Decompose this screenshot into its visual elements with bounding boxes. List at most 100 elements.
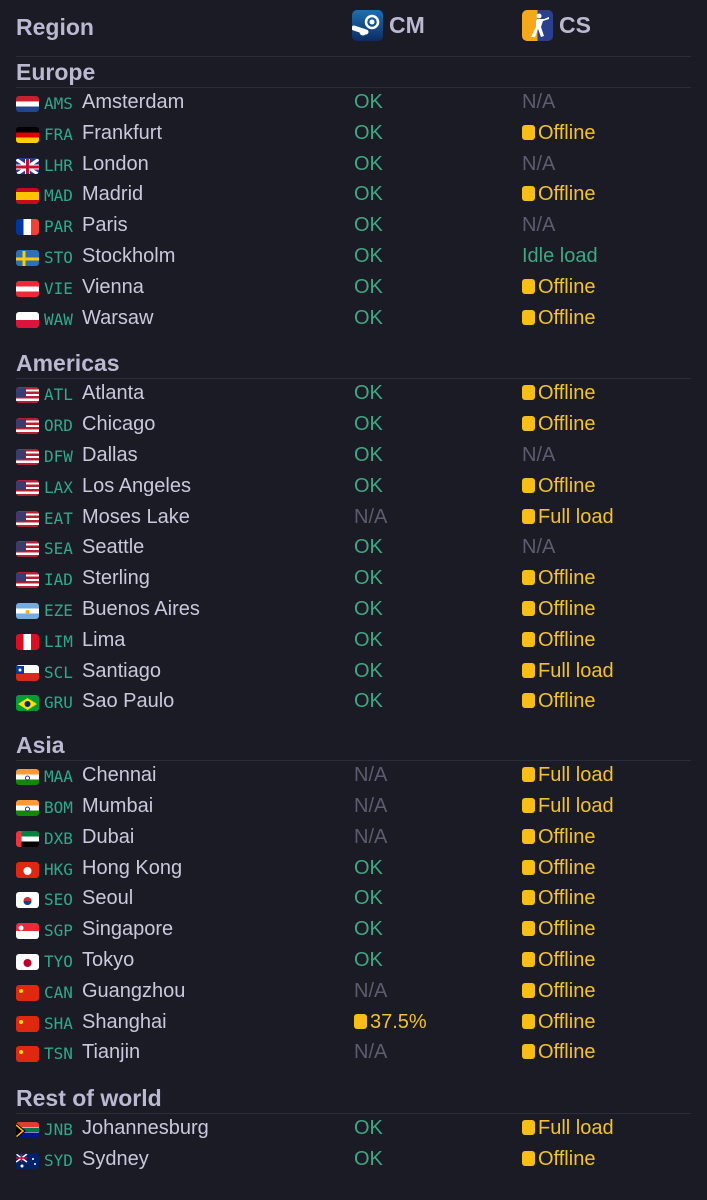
warning-square-icon — [522, 309, 535, 325]
city-name: Singapore — [82, 918, 174, 941]
cs-status: Offline — [522, 690, 595, 713]
city-name: Paris — [82, 214, 128, 237]
region-code: SEA — [44, 539, 73, 559]
city-name: Johannesburg — [82, 1117, 209, 1140]
region-code: MAD — [44, 186, 73, 206]
column-header-cs: CS — [522, 10, 591, 41]
cm-status-text: OK — [354, 567, 383, 590]
cm-status: OK — [354, 153, 383, 176]
cs-status: Offline — [522, 382, 595, 405]
cm-status-text: OK — [354, 918, 383, 941]
city-name: Dubai — [82, 825, 135, 848]
cs-status-text: Offline — [538, 474, 596, 497]
section-title: Europe — [16, 59, 96, 85]
cm-status: OK — [354, 276, 383, 299]
cs-status: Full load — [522, 1117, 614, 1140]
cm-status: 37.5% — [354, 1011, 427, 1034]
warning-square-icon — [522, 477, 535, 493]
table-row: SHA Shanghai 37.5% Offline — [0, 1008, 707, 1039]
table-row: TSN Tianjin N/A Offline — [0, 1038, 707, 1069]
cs-status-text: Full load — [538, 505, 614, 528]
region-code: MAA — [44, 767, 73, 787]
city-name: Buenos Aires — [82, 597, 200, 620]
cm-status-text: OK — [354, 306, 383, 329]
table-row: SCL Santiago OK Full load — [0, 657, 707, 688]
flag-hk-icon — [16, 861, 39, 878]
cm-status-text: N/A — [354, 1041, 388, 1064]
warning-square-icon — [522, 662, 535, 678]
city-name: London — [82, 152, 149, 175]
warning-square-icon — [354, 1013, 367, 1029]
table-row: LHR London OK N/A — [0, 150, 707, 181]
city-name: Guangzhou — [82, 979, 186, 1002]
cm-status-text: OK — [354, 887, 383, 910]
flag-in-icon — [16, 769, 39, 786]
cs-status-text: N/A — [522, 536, 556, 559]
steam-icon — [352, 10, 383, 41]
section-title: Asia — [16, 732, 65, 759]
table-row: MAA Chennai N/A Full load — [0, 761, 707, 792]
table-header: Region CM CS — [0, 0, 707, 56]
cs-status: Offline — [522, 826, 595, 849]
cs-status: N/A — [522, 153, 555, 176]
flag-pl-icon — [16, 311, 39, 328]
cm-status-text: OK — [354, 413, 383, 436]
table-row: LIM Lima OK Offline — [0, 626, 707, 657]
warning-square-icon — [522, 828, 535, 844]
table-row: WAW Warsaw OK Offline — [0, 304, 707, 335]
region-code: SGP — [44, 921, 73, 941]
flag-gb-icon — [16, 157, 39, 174]
table-row: BOM Mumbai N/A Full load — [0, 792, 707, 823]
cs-status: Full load — [522, 795, 614, 818]
table-row: STO Stockholm OK Idle load — [0, 242, 707, 273]
flag-nl-icon — [16, 96, 39, 112]
cm-status-text: N/A — [354, 979, 388, 1002]
cs-status-text: Offline — [538, 413, 596, 436]
cm-status-text: N/A — [354, 794, 388, 817]
table-row: ATL Atlanta OK Offline — [0, 379, 707, 410]
warning-square-icon — [522, 186, 535, 202]
column-header-cm-label: CM — [389, 12, 425, 38]
flag-us-icon — [16, 541, 39, 558]
cm-status: N/A — [354, 795, 387, 818]
warning-square-icon — [522, 124, 535, 140]
flag-cn-icon — [16, 984, 39, 1001]
cm-status: OK — [354, 475, 383, 498]
section-title: Rest of world — [16, 1085, 162, 1112]
table-row: VIE Vienna OK Offline — [0, 273, 707, 304]
cs-status-text: Offline — [538, 825, 596, 848]
cs-status-text: Offline — [538, 382, 596, 405]
cs-status: N/A — [522, 536, 555, 559]
cm-status: OK — [354, 1148, 383, 1171]
region-code: CAN — [44, 982, 73, 1002]
city-name: Tokyo — [82, 948, 135, 971]
cs-status: Offline — [522, 307, 595, 330]
warning-square-icon — [522, 859, 535, 875]
section-rest-of-world: Rest of world JNB Johannesburg OK Full load S… — [0, 1083, 707, 1176]
city-name: Seoul — [82, 887, 134, 910]
region-code: TYO — [44, 951, 73, 971]
cs-status-text: Full load — [538, 764, 614, 787]
cm-status-text: OK — [354, 1147, 383, 1170]
cm-status-text: OK — [354, 856, 383, 879]
cs-status-text: Offline — [538, 948, 596, 971]
cm-status-text: OK — [354, 382, 383, 405]
warning-square-icon — [522, 693, 535, 709]
cs-status-text: Offline — [538, 628, 596, 651]
cs-status: Offline — [522, 887, 595, 910]
city-name: Sterling — [82, 567, 150, 590]
city-name: Dallas — [82, 443, 138, 466]
column-header-cm: CM — [352, 10, 425, 41]
cs-status: N/A — [522, 214, 555, 237]
region-code: ATL — [44, 385, 73, 405]
cm-status-text: OK — [354, 948, 383, 971]
cs-status-text: Offline — [538, 1147, 596, 1170]
region-code: JNB — [44, 1120, 73, 1140]
flag-sg-icon — [16, 923, 39, 940]
city-name: Sao Paulo — [82, 690, 175, 713]
cm-status: OK — [354, 245, 383, 268]
flag-cn-icon — [16, 1015, 39, 1032]
cm-status: OK — [354, 598, 383, 621]
cm-status: OK — [354, 307, 383, 330]
table-row: DFW Dallas OK N/A — [0, 441, 707, 472]
